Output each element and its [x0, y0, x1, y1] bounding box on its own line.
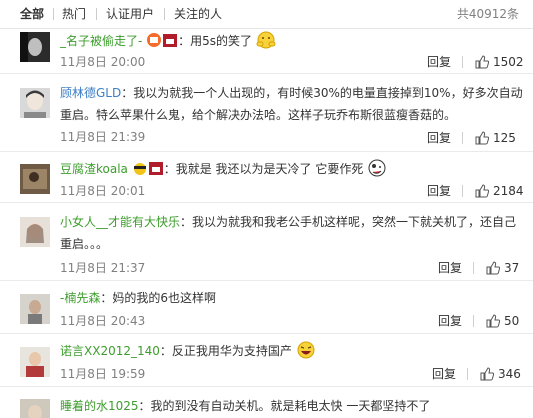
- comment-timestamp: 11月8日 20:01: [60, 184, 146, 198]
- tab-all[interactable]: 全部: [20, 6, 44, 22]
- comment-item: 小女人__才能有大快乐：我以为就我和我老公手机这样呢，突然一下就关机了，还自己重…: [0, 203, 533, 281]
- comment-username[interactable]: _名子被偷走了-: [60, 34, 142, 48]
- like-count: 50: [504, 314, 520, 328]
- member-badge-icon[interactable]: [146, 32, 162, 48]
- comment-content: 睡着的水1025：我的到没有自动关机。就是耗电太快 一天都坚持不了: [60, 395, 525, 417]
- comment-item: _名子被偷走了- ：用5s的笑了 11月8日 20:00 回复 1502: [0, 29, 533, 74]
- reply-button[interactable]: 回复: [438, 313, 462, 329]
- like-count: 2184: [493, 184, 524, 198]
- comment-content: 诺言XX2012_140：反正我用华为支持国产: [60, 340, 525, 362]
- like-button[interactable]: 125: [475, 130, 525, 146]
- comment-item: 顾林德GLD：我以为就我一个人出现的，有时候30%的电量直接掉到10%，好多次自…: [0, 74, 533, 152]
- tab-verified-users[interactable]: 认证用户: [106, 6, 154, 22]
- comment-text: ：我以为就我一个人出现的，有时候30%的电量直接掉到10%，好多次自动重启。特么…: [60, 86, 523, 122]
- action-divider: [462, 185, 463, 197]
- comment-username[interactable]: 小女人__才能有大快乐: [60, 215, 180, 229]
- thumbs-up-icon: [475, 55, 489, 69]
- reply-button[interactable]: 回复: [427, 54, 451, 70]
- reply-button[interactable]: 回复: [438, 260, 462, 276]
- comment-timestamp: 11月8日 21:39: [60, 130, 146, 144]
- comment-item: 诺言XX2012_140：反正我用华为支持国产 11月8日 19:59 回复 3…: [0, 334, 533, 387]
- comment-username[interactable]: 豆腐渣koala: [60, 162, 128, 176]
- action-divider: [473, 315, 474, 327]
- crazy-face-emoji-icon: [368, 159, 386, 177]
- like-button[interactable]: 50: [486, 313, 526, 329]
- reply-button[interactable]: 回复: [427, 183, 451, 199]
- hug-emoji-icon: [256, 31, 276, 49]
- reply-button[interactable]: 回复: [432, 366, 456, 382]
- comment-username[interactable]: 顾林德GLD: [60, 86, 121, 100]
- comment-username[interactable]: 诺言XX2012_140: [60, 344, 160, 358]
- comment-item: 睡着的水1025：我的到没有自动关机。就是耗电太快 一天都坚持不了: [0, 387, 533, 418]
- avatar[interactable]: [20, 347, 50, 377]
- comment-text: ：我就是 我还以为是天冷了 它要作死: [163, 162, 364, 176]
- reply-button[interactable]: 回复: [427, 130, 451, 146]
- thumbs-up-icon: [480, 367, 494, 381]
- like-count: 346: [498, 367, 521, 381]
- thumbs-up-icon: [475, 131, 489, 145]
- comment-timestamp: 11月8日 19:59: [60, 367, 146, 381]
- like-count: 37: [504, 261, 520, 275]
- like-button[interactable]: 2184: [475, 183, 525, 199]
- avatar[interactable]: [20, 88, 50, 118]
- member-badge-icon[interactable]: [148, 160, 164, 176]
- tab-divider: [53, 8, 54, 20]
- avatar[interactable]: [20, 164, 50, 194]
- avatar[interactable]: [20, 32, 50, 62]
- comment-timestamp: 11月8日 20:00: [60, 55, 146, 69]
- comment-text: ：我的到没有自动关机。就是耗电太快 一天都坚持不了: [138, 399, 431, 413]
- like-button[interactable]: 1502: [475, 54, 525, 70]
- comment-username[interactable]: -楠先森: [60, 291, 100, 305]
- comment-timestamp: 11月8日 21:37: [60, 261, 146, 275]
- comment-content: -楠先森：妈的我的6也这样啊: [60, 287, 525, 309]
- like-count: 125: [493, 131, 516, 145]
- member-badge-icon[interactable]: [162, 32, 178, 48]
- total-comment-count: 共40912条: [456, 7, 519, 21]
- comment-content: _名子被偷走了- ：用5s的笑了: [60, 30, 525, 52]
- comment-content: 豆腐渣koala ：我就是 我还以为是天冷了 它要作死: [60, 158, 525, 180]
- thumbs-up-icon: [486, 314, 500, 328]
- tab-hot[interactable]: 热门: [62, 6, 86, 22]
- comment-text: ：反正我用华为支持国产: [159, 344, 292, 358]
- member-badge-icon[interactable]: [132, 160, 148, 176]
- like-button[interactable]: 346: [480, 366, 526, 382]
- comment-username[interactable]: 睡着的水1025: [60, 399, 139, 413]
- comment-filter-tabs: 全部 热门 认证用户 关注的人 共40912条: [0, 0, 533, 29]
- thumbs-up-icon: [475, 184, 489, 198]
- like-button[interactable]: 37: [486, 260, 526, 276]
- comment-text: ：妈的我的6也这样啊: [100, 291, 216, 305]
- action-divider: [473, 262, 474, 274]
- comment-item: 豆腐渣koala ：我就是 我还以为是天冷了 它要作死 11月8日 20:01 …: [0, 152, 533, 203]
- action-divider: [462, 56, 463, 68]
- comment-timestamp: 11月8日 20:43: [60, 314, 146, 328]
- avatar[interactable]: [20, 294, 50, 324]
- comment-item: -楠先森：妈的我的6也这样啊 11月8日 20:43 回复 50: [0, 281, 533, 334]
- tab-following[interactable]: 关注的人: [174, 6, 222, 22]
- comment-content: 顾林德GLD：我以为就我一个人出现的，有时候30%的电量直接掉到10%，好多次自…: [60, 82, 525, 126]
- laughing-emoji-icon: [297, 341, 315, 359]
- action-divider: [462, 132, 463, 144]
- like-count: 1502: [493, 55, 524, 69]
- tab-divider: [96, 8, 97, 20]
- thumbs-up-icon: [486, 261, 500, 275]
- tab-divider: [164, 8, 165, 20]
- avatar[interactable]: [20, 217, 50, 247]
- avatar[interactable]: [20, 399, 50, 418]
- comment-content: 小女人__才能有大快乐：我以为就我和我老公手机这样呢，突然一下就关机了，还自己重…: [60, 211, 525, 255]
- action-divider: [467, 368, 468, 380]
- comment-text: ：用5s的笑了: [178, 34, 253, 48]
